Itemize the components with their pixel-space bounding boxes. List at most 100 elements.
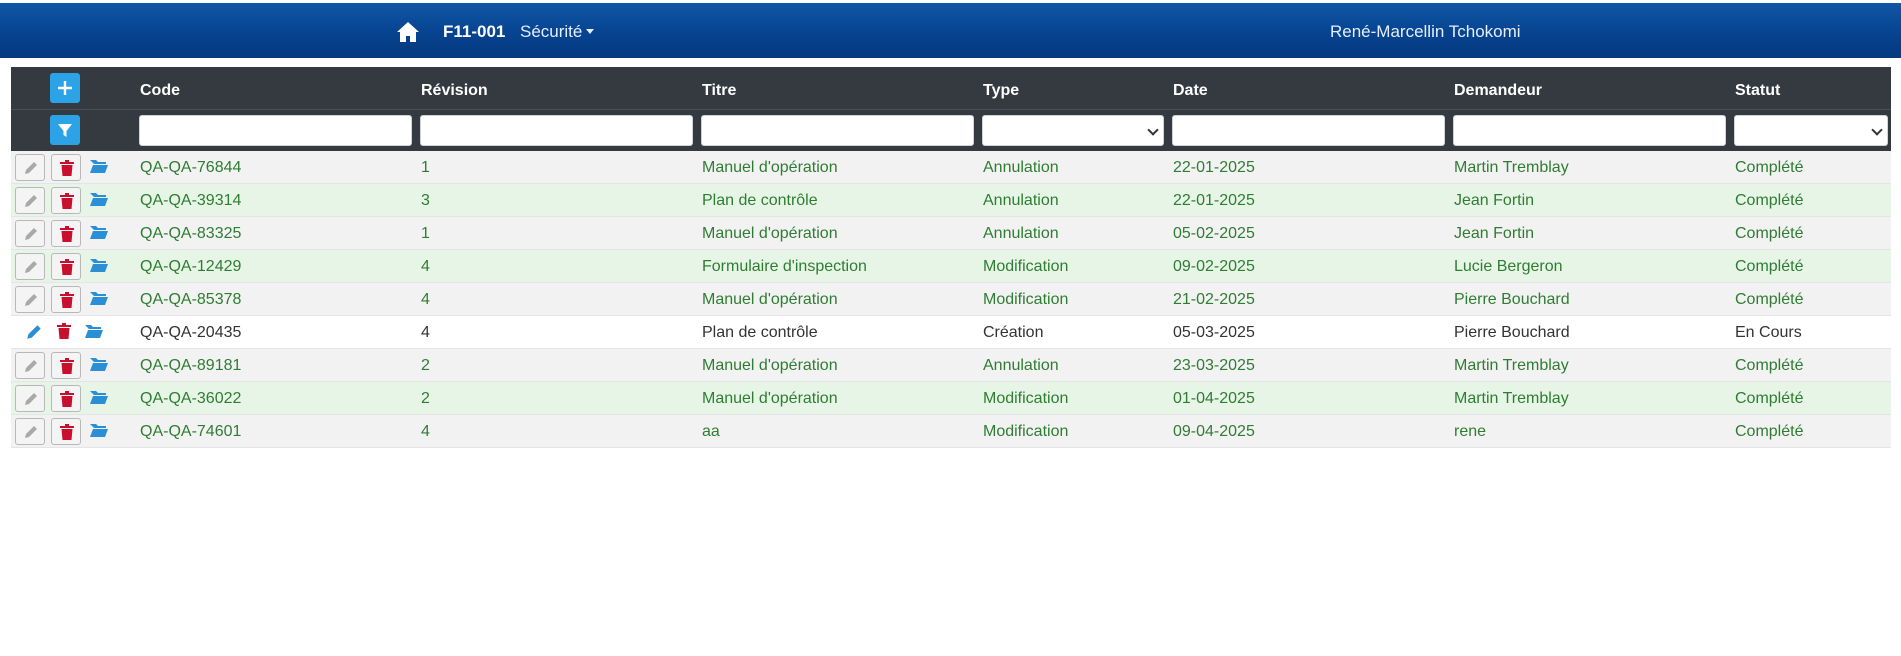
table-row[interactable]: QA-QA-76844 1 Manuel d'opération Annulation…: [11, 151, 1891, 184]
table-row[interactable]: QA-QA-74601 4 aa Modification 09-04-2025 rene…: [11, 415, 1891, 448]
delete-button[interactable]: [51, 352, 81, 379]
cell-date: 23-03-2025: [1173, 357, 1255, 374]
cell-statut: Complété: [1735, 390, 1804, 407]
caret-down-icon: [586, 29, 595, 34]
filter-code-input[interactable]: [139, 115, 412, 146]
header-revision[interactable]: Révision: [421, 82, 488, 100]
filter-date-input[interactable]: [1172, 115, 1445, 146]
cell-demandeur: Pierre Bouchard: [1454, 291, 1570, 308]
cell-statut: Complété: [1735, 423, 1804, 440]
cell-type: Modification: [983, 291, 1069, 308]
edit-button[interactable]: [15, 418, 45, 445]
cell-demandeur: Lucie Bergeron: [1454, 258, 1563, 275]
open-folder-icon[interactable]: [89, 158, 109, 179]
edit-button[interactable]: [15, 286, 45, 313]
open-folder-icon[interactable]: [89, 257, 109, 278]
header-type[interactable]: Type: [983, 82, 1019, 100]
cell-type: Modification: [983, 423, 1069, 440]
cell-revision: 2: [421, 357, 430, 374]
cell-revision: 1: [421, 159, 430, 176]
cell-statut: Complété: [1735, 258, 1804, 275]
cell-code: QA-QA-39314: [140, 192, 242, 209]
securite-dropdown[interactable]: Sécurité: [520, 22, 595, 42]
table-row[interactable]: QA-QA-89181 2 Manuel d'opération Annulation…: [11, 349, 1891, 382]
cell-titre: Formulaire d'inspection: [702, 258, 867, 275]
filter-demandeur-input[interactable]: [1453, 115, 1726, 146]
cell-titre: Manuel d'opération: [702, 159, 838, 176]
cell-date: 01-04-2025: [1173, 390, 1255, 407]
table-row[interactable]: QA-QA-39314 3 Plan de contrôle Annulation 22…: [11, 184, 1891, 217]
cell-revision: 1: [421, 225, 430, 242]
cell-titre: aa: [702, 423, 720, 440]
cell-titre: Plan de contrôle: [702, 192, 818, 209]
open-folder-icon[interactable]: [89, 224, 109, 245]
cell-revision: 2: [421, 390, 430, 407]
cell-code: QA-QA-20435: [140, 324, 242, 341]
header-titre[interactable]: Titre: [702, 82, 736, 100]
cell-demandeur: Martin Tremblay: [1454, 357, 1569, 374]
table-row[interactable]: QA-QA-83325 1 Manuel d'opération Annulation…: [11, 217, 1891, 250]
cell-date: 05-03-2025: [1173, 324, 1255, 341]
open-folder-icon[interactable]: [89, 191, 109, 212]
delete-button[interactable]: [51, 220, 81, 247]
delete-button[interactable]: [51, 385, 81, 412]
cell-titre: Plan de contrôle: [702, 324, 818, 341]
cell-type: Modification: [983, 258, 1069, 275]
delete-button[interactable]: [51, 286, 81, 313]
delete-button[interactable]: [51, 154, 81, 181]
open-folder-icon[interactable]: [84, 323, 104, 344]
table-row[interactable]: QA-QA-85378 4 Manuel d'opération Modificati…: [11, 283, 1891, 316]
cell-statut: Complété: [1735, 291, 1804, 308]
delete-button[interactable]: [51, 253, 81, 280]
edit-button[interactable]: [15, 187, 45, 214]
cell-statut: En Cours: [1735, 324, 1802, 341]
header-demandeur[interactable]: Demandeur: [1454, 82, 1542, 100]
cell-demandeur: Martin Tremblay: [1454, 390, 1569, 407]
cell-revision: 4: [421, 258, 430, 275]
cell-type: Annulation: [983, 159, 1059, 176]
cell-revision: 3: [421, 192, 430, 209]
filter-button[interactable]: [50, 115, 80, 145]
home-icon[interactable]: [396, 20, 420, 44]
open-folder-icon[interactable]: [89, 389, 109, 410]
edit-button[interactable]: [15, 385, 45, 412]
header-date[interactable]: Date: [1173, 82, 1208, 100]
cell-revision: 4: [421, 423, 430, 440]
delete-trash-icon[interactable]: [56, 323, 72, 345]
cell-date: 22-01-2025: [1173, 192, 1255, 209]
edit-pencil-icon[interactable]: [25, 323, 43, 346]
open-folder-icon[interactable]: [89, 290, 109, 311]
open-folder-icon[interactable]: [89, 422, 109, 443]
user-name[interactable]: René-Marcellin Tchokomi: [1330, 22, 1521, 42]
edit-button[interactable]: [15, 253, 45, 280]
table-row[interactable]: QA-QA-36022 2 Manuel d'opération Modificati…: [11, 382, 1891, 415]
table-row[interactable]: QA-QA-20435 4 Plan de contrôle Création 05-0…: [11, 316, 1891, 349]
filter-revision-input[interactable]: [420, 115, 693, 146]
cell-code: QA-QA-83325: [140, 225, 242, 242]
table-header-row: Code Révision Titre Type Date Demandeur …: [11, 67, 1891, 109]
header-statut[interactable]: Statut: [1735, 82, 1780, 100]
cell-revision: 4: [421, 291, 430, 308]
header-code[interactable]: Code: [140, 82, 180, 100]
cell-demandeur: rene: [1454, 423, 1487, 440]
edit-button[interactable]: [15, 220, 45, 247]
filter-statut-select[interactable]: [1734, 115, 1888, 146]
cell-code: QA-QA-85378: [140, 291, 242, 308]
delete-button[interactable]: [51, 418, 81, 445]
filter-titre-input[interactable]: [701, 115, 974, 146]
open-folder-icon[interactable]: [89, 356, 109, 377]
top-navbar: F11-001 Sécurité René-Marcellin Tchokomi: [0, 3, 1901, 58]
edit-button[interactable]: [15, 154, 45, 181]
cell-demandeur: Pierre Bouchard: [1454, 324, 1570, 341]
cell-code: QA-QA-74601: [140, 423, 242, 440]
cell-date: 09-04-2025: [1173, 423, 1255, 440]
table-row[interactable]: QA-QA-12429 4 Formulaire d'inspection Modif…: [11, 250, 1891, 283]
add-button[interactable]: [50, 73, 80, 103]
delete-button[interactable]: [51, 187, 81, 214]
cell-titre: Manuel d'opération: [702, 225, 838, 242]
edit-button[interactable]: [15, 352, 45, 379]
cell-titre: Manuel d'opération: [702, 291, 838, 308]
form-code: F11-001: [443, 22, 506, 41]
filter-type-select[interactable]: [982, 115, 1164, 146]
cell-demandeur: Jean Fortin: [1454, 192, 1535, 209]
